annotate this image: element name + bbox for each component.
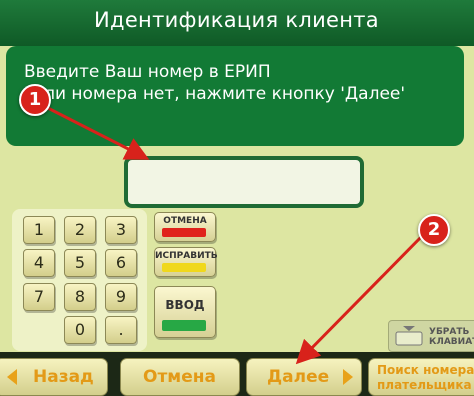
- annotation-arrow-2: [295, 230, 428, 365]
- annotation-badge-2: 2: [418, 214, 450, 246]
- annotation-overlay: [35, 100, 428, 365]
- annotation-badge-1: 1: [19, 84, 51, 116]
- annotation-arrow-1: [35, 100, 150, 160]
